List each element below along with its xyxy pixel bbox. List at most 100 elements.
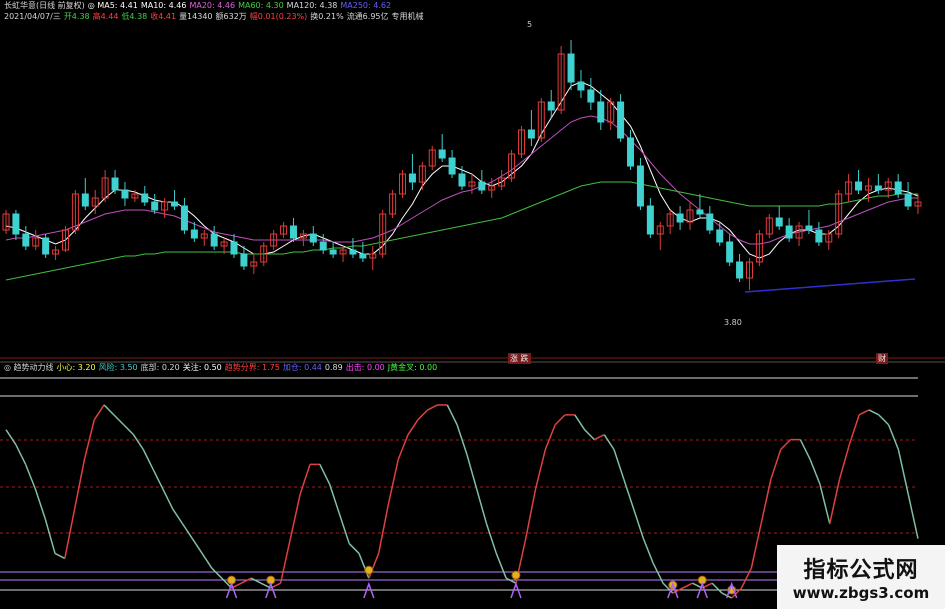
- candle-body: [230, 241, 238, 255]
- indicator-segment: [241, 577, 252, 584]
- candle-body: [329, 249, 337, 255]
- indicator-segment: [554, 414, 566, 426]
- indicator-segment: [897, 449, 909, 495]
- price-high-label: 5: [527, 20, 533, 29]
- indicator-segment: [819, 483, 831, 524]
- candle-body: [904, 193, 912, 207]
- indicator-segment: [338, 513, 350, 544]
- candle-body: [190, 229, 198, 239]
- indicator-segment: [770, 449, 782, 480]
- candle-body: [627, 137, 635, 167]
- indicator-segment: [73, 459, 86, 510]
- indicator-segment: [594, 433, 605, 441]
- candle-body: [121, 189, 129, 199]
- event-badge[interactable]: 涨 跌: [508, 353, 531, 364]
- watermark-title: 指标公式网: [803, 558, 919, 583]
- indicator-segment: [525, 488, 537, 539]
- candle-body: [706, 213, 714, 231]
- watermark: 指标公式网 www.zbgs3.com: [777, 545, 945, 609]
- candle-body: [894, 181, 902, 195]
- indicator-segment: [623, 478, 635, 510]
- indicator-segment: [387, 459, 399, 505]
- candle-body: [171, 201, 179, 207]
- indicator-segment: [132, 434, 144, 450]
- watermark-url: www.zbgs3.com: [792, 584, 930, 602]
- ma250-line: [744, 278, 916, 293]
- indicator-segment: [328, 483, 341, 515]
- candle-body: [42, 237, 50, 255]
- indicator-segment: [123, 424, 135, 436]
- indicator-segment: [682, 582, 693, 589]
- candle-body: [547, 101, 555, 111]
- candle-body: [815, 229, 823, 243]
- indicator-segment: [64, 508, 76, 559]
- indicator-segment: [24, 464, 37, 490]
- candle-body: [458, 173, 466, 187]
- indicator-segment: [613, 449, 625, 480]
- candle-body: [151, 201, 159, 211]
- indicator-segment: [289, 493, 301, 539]
- stock-chart[interactable]: [0, 0, 945, 609]
- indicator-segment: [466, 454, 478, 490]
- finance-badge[interactable]: 财: [876, 353, 888, 364]
- candle-body: [111, 177, 119, 191]
- indicator-segment: [809, 459, 821, 485]
- price-low-label: 3.80: [724, 318, 742, 327]
- indicator-segment: [711, 582, 723, 594]
- indicator-segment: [887, 424, 900, 450]
- buy-triangle: [363, 581, 375, 599]
- indicator-segment: [642, 538, 654, 564]
- indicator-segment: [446, 404, 458, 426]
- indicator-segment: [495, 553, 507, 579]
- indicator-segment: [162, 488, 174, 510]
- candle-body: [736, 261, 744, 279]
- indicator-segment: [740, 567, 752, 589]
- indicator-segment: [544, 424, 556, 450]
- indicator-segment: [417, 409, 429, 421]
- indicator-segment: [279, 538, 292, 584]
- candle-body: [696, 209, 704, 215]
- candle-body: [597, 101, 605, 123]
- candle-body: [141, 193, 149, 203]
- candle-body: [805, 225, 813, 231]
- candle-body: [785, 225, 793, 239]
- candle-body: [359, 253, 367, 259]
- indicator-segment: [93, 404, 105, 421]
- indicator-segment: [113, 414, 125, 426]
- indicator-segment: [632, 508, 645, 539]
- indicator-segment: [211, 567, 223, 579]
- indicator-segment: [368, 553, 380, 579]
- candle-body: [726, 241, 734, 263]
- trough-marker: [511, 570, 521, 580]
- indicator-segment: [319, 464, 331, 485]
- candle-body: [289, 225, 297, 239]
- candle-body: [527, 129, 535, 139]
- indicator-segment: [191, 538, 203, 554]
- candle-body: [676, 213, 684, 223]
- indicator-segment: [750, 523, 762, 569]
- candle-body: [478, 181, 486, 191]
- candle-body: [577, 81, 585, 91]
- candle-body: [448, 157, 456, 175]
- candle-body: [775, 217, 783, 227]
- indicator-segment: [172, 508, 184, 525]
- candle-body: [636, 165, 644, 207]
- candle-body: [319, 241, 327, 251]
- candle-body: [855, 181, 863, 191]
- indicator-segment: [868, 409, 880, 416]
- candle-body: [567, 53, 575, 83]
- trough-marker: [364, 565, 374, 575]
- indicator-segment: [799, 439, 811, 460]
- indicator-segment: [427, 404, 438, 411]
- indicator-segment: [907, 493, 919, 539]
- buy-triangle: [510, 581, 522, 599]
- candle-body: [617, 101, 625, 139]
- candle-body: [81, 193, 89, 207]
- candle-body: [874, 185, 882, 191]
- candle-body: [587, 89, 595, 103]
- indicator-segment: [15, 444, 27, 465]
- indicator-segment: [603, 434, 615, 450]
- indicator-segment: [250, 577, 262, 584]
- indicator-segment: [878, 414, 890, 426]
- candle-body: [210, 233, 218, 247]
